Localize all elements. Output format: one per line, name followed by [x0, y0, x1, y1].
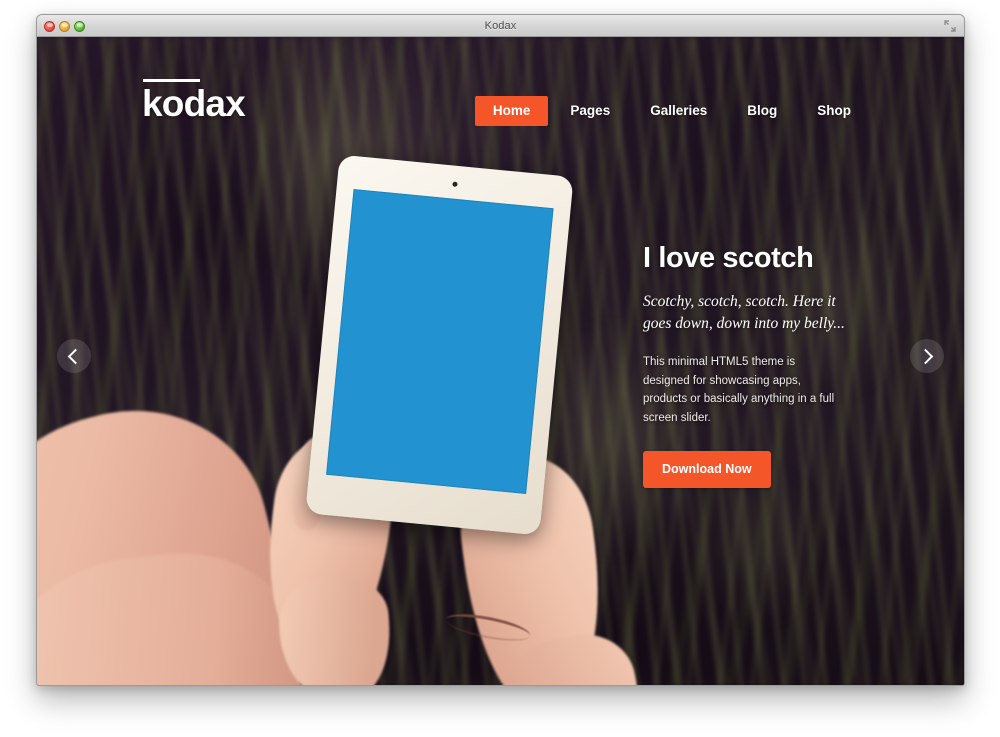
- slide-caption: I love scotch Scotchy, scotch, scotch. H…: [643, 242, 903, 488]
- tablet-camera-icon: [452, 181, 458, 187]
- nav-item-pages[interactable]: Pages: [552, 96, 628, 126]
- chevron-left-icon: [67, 348, 84, 364]
- maximize-button[interactable]: [74, 20, 85, 32]
- application-window: Kodax kodax Home Pages Galleries Blog Sh…: [36, 14, 965, 686]
- slider-prev-button[interactable]: [57, 339, 91, 373]
- window-title-bar: Kodax: [37, 15, 964, 37]
- nav-item-blog[interactable]: Blog: [729, 96, 795, 126]
- slide-title: I love scotch: [643, 242, 814, 274]
- site-header: kodax Home Pages Galleries Blog Shop: [37, 37, 964, 142]
- slide-body-text: This minimal HTML5 theme is designed for…: [643, 355, 835, 424]
- chevron-right-icon: [917, 348, 934, 364]
- site-logo[interactable]: kodax: [142, 85, 246, 122]
- nav-item-shop[interactable]: Shop: [799, 96, 869, 126]
- logo-overbar-icon: [143, 79, 200, 82]
- page-viewport: kodax Home Pages Galleries Blog Shop I l…: [37, 37, 964, 685]
- nav-item-galleries[interactable]: Galleries: [632, 96, 725, 126]
- tablet-screen: [326, 189, 554, 494]
- resize-icon[interactable]: [944, 20, 956, 32]
- tablet-device: [305, 154, 574, 536]
- left-fingers: [275, 573, 395, 685]
- slide-subtitle: Scotchy, scotch, scotch. Here it goes do…: [643, 292, 845, 332]
- desktop-backdrop: Kodax kodax Home Pages Galleries Blog Sh…: [0, 0, 1000, 737]
- download-now-button[interactable]: Download Now: [643, 451, 771, 488]
- tablet-bezel: [305, 154, 574, 536]
- close-button[interactable]: [44, 20, 55, 32]
- slider-next-button[interactable]: [910, 339, 944, 373]
- window-title: Kodax: [484, 19, 517, 32]
- window-controls: [44, 15, 85, 37]
- nav-item-home[interactable]: Home: [474, 96, 549, 126]
- minimize-button[interactable]: [59, 20, 70, 32]
- main-navigation: Home Pages Galleries Blog Shop: [474, 96, 869, 126]
